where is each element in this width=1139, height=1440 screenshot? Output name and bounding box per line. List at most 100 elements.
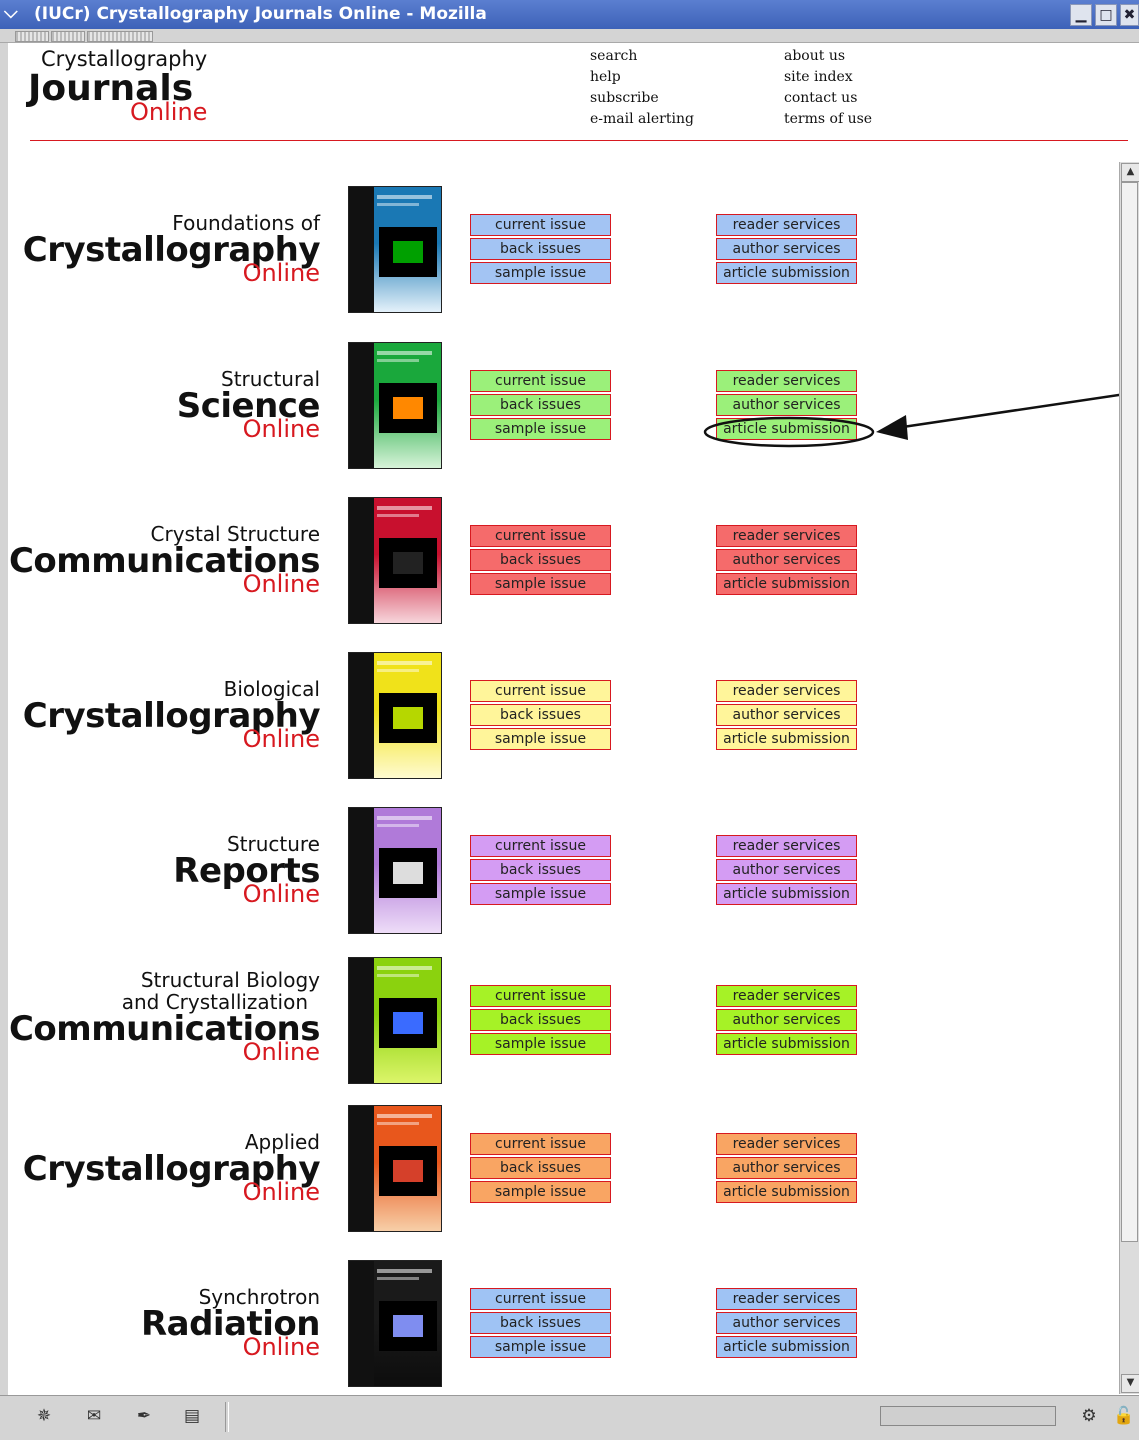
- back-issues-button[interactable]: back issues: [470, 549, 611, 571]
- sample-issue-button[interactable]: sample issue: [470, 262, 611, 284]
- current-issue-button[interactable]: current issue: [470, 835, 611, 857]
- journal-title[interactable]: Applied Crystallography Online: [23, 1131, 321, 1204]
- author-services-button[interactable]: author services: [716, 1009, 857, 1031]
- reader-services-button[interactable]: reader services: [716, 985, 857, 1007]
- author-services-button[interactable]: author services: [716, 549, 857, 571]
- current-issue-button[interactable]: current issue: [470, 525, 611, 547]
- article-submission-button[interactable]: article submission: [716, 573, 857, 595]
- collapsed-toolbar-strip: [0, 29, 1139, 43]
- sample-issue-button[interactable]: sample issue: [470, 1181, 611, 1203]
- mail-icon[interactable]: ✉: [82, 1406, 106, 1426]
- sample-issue-button[interactable]: sample issue: [470, 883, 611, 905]
- reader-services-button[interactable]: reader services: [716, 680, 857, 702]
- navigator-icon[interactable]: ✵: [32, 1406, 56, 1426]
- chevron-down-icon[interactable]: ⌵: [4, 2, 18, 23]
- nav-help[interactable]: help: [590, 69, 621, 85]
- sample-issue-button[interactable]: sample issue: [470, 573, 611, 595]
- author-services-button[interactable]: author services: [716, 1157, 857, 1179]
- nav-email-alerting[interactable]: e-mail alerting: [590, 111, 694, 127]
- scroll-up-icon[interactable]: ▲: [1121, 163, 1139, 182]
- journal-cover-image[interactable]: [348, 1105, 442, 1232]
- author-services-button[interactable]: author services: [716, 859, 857, 881]
- window-title-bar: ⌵ (IUCr) Crystallography Journals Online…: [0, 0, 1139, 29]
- author-services-button[interactable]: author services: [716, 1312, 857, 1334]
- journal-cover-image[interactable]: [348, 497, 442, 624]
- toolbar-grip[interactable]: [87, 31, 153, 42]
- journal-title[interactable]: Structural Science Online: [177, 368, 321, 441]
- toolbar-grip[interactable]: [51, 31, 85, 42]
- vertical-scrollbar[interactable]: ▲ ▼: [1119, 162, 1139, 1394]
- current-issue-button[interactable]: current issue: [470, 1288, 611, 1310]
- annotation-arrowhead: [876, 415, 908, 440]
- journal-title[interactable]: Synchrotron Radiation Online: [141, 1286, 321, 1359]
- back-issues-button[interactable]: back issues: [470, 859, 611, 881]
- reader-services-button[interactable]: reader services: [716, 835, 857, 857]
- sample-issue-button[interactable]: sample issue: [470, 728, 611, 750]
- reader-services-button[interactable]: reader services: [716, 370, 857, 392]
- journal-title[interactable]: Crystal Structure Communications Online: [9, 523, 321, 596]
- nav-search[interactable]: search: [590, 48, 637, 64]
- article-submission-button[interactable]: article submission: [716, 728, 857, 750]
- close-button[interactable]: ✖: [1120, 4, 1139, 26]
- scroll-down-icon[interactable]: ▼: [1121, 1374, 1139, 1393]
- reader-services-button[interactable]: reader services: [716, 1133, 857, 1155]
- back-issues-button[interactable]: back issues: [470, 1157, 611, 1179]
- address-book-icon[interactable]: ▤: [180, 1406, 204, 1426]
- article-submission-button[interactable]: article submission: [716, 883, 857, 905]
- header-divider: [30, 140, 1128, 141]
- scroll-thumb[interactable]: [1121, 182, 1138, 1242]
- sample-issue-button[interactable]: sample issue: [470, 1336, 611, 1358]
- journal-title[interactable]: Biological Crystallography Online: [23, 678, 321, 751]
- back-issues-button[interactable]: back issues: [470, 1312, 611, 1334]
- sample-issue-button[interactable]: sample issue: [470, 418, 611, 440]
- article-submission-button[interactable]: article submission: [716, 1181, 857, 1203]
- journal-title-small: Structural Biology: [140, 968, 320, 992]
- journal-cover-image[interactable]: [348, 652, 442, 779]
- journal-cover-image[interactable]: [348, 1260, 442, 1387]
- article-submission-button[interactable]: article submission: [716, 262, 857, 284]
- sample-issue-button[interactable]: sample issue: [470, 1033, 611, 1055]
- back-issues-button[interactable]: back issues: [470, 394, 611, 416]
- author-services-button[interactable]: author services: [716, 704, 857, 726]
- minimize-button[interactable]: ▁: [1070, 4, 1092, 26]
- article-submission-button[interactable]: article submission: [716, 418, 857, 440]
- article-submission-button[interactable]: article submission: [716, 1033, 857, 1055]
- window-border: [0, 43, 8, 1399]
- window-title: (IUCr) Crystallography Journals Online -…: [34, 4, 487, 24]
- reader-services-button[interactable]: reader services: [716, 1288, 857, 1310]
- journal-title[interactable]: Structure Reports Online: [173, 833, 320, 906]
- back-issues-button[interactable]: back issues: [470, 1009, 611, 1031]
- annotation-arrow-line: [895, 390, 1139, 430]
- journal-cover-image[interactable]: [348, 957, 442, 1084]
- logo-online[interactable]: Online: [130, 98, 207, 126]
- reader-services-button[interactable]: reader services: [716, 525, 857, 547]
- back-issues-button[interactable]: back issues: [470, 704, 611, 726]
- current-issue-button[interactable]: current issue: [470, 985, 611, 1007]
- journal-title[interactable]: Foundations of Crystallography Online: [23, 212, 321, 285]
- journal-cover-image[interactable]: [348, 342, 442, 469]
- current-issue-button[interactable]: current issue: [470, 214, 611, 236]
- nav-subscribe[interactable]: subscribe: [590, 90, 659, 106]
- nav-terms-of-use[interactable]: terms of use: [784, 111, 872, 127]
- connection-icon[interactable]: ⚙: [1072, 1406, 1106, 1426]
- article-submission-button[interactable]: article submission: [716, 1336, 857, 1358]
- journal-cover-image[interactable]: [348, 807, 442, 934]
- nav-site-index[interactable]: site index: [784, 69, 853, 85]
- progress-bar: [880, 1406, 1056, 1426]
- nav-contact-us[interactable]: contact us: [784, 90, 857, 106]
- status-separator: [225, 1402, 229, 1432]
- toolbar-grip[interactable]: [15, 31, 49, 42]
- maximize-button[interactable]: □: [1095, 4, 1117, 26]
- journal-cover-image[interactable]: [348, 186, 442, 313]
- author-services-button[interactable]: author services: [716, 238, 857, 260]
- security-lock-icon[interactable]: 🔓: [1112, 1406, 1136, 1426]
- current-issue-button[interactable]: current issue: [470, 680, 611, 702]
- reader-services-button[interactable]: reader services: [716, 214, 857, 236]
- nav-about-us[interactable]: about us: [784, 48, 845, 64]
- author-services-button[interactable]: author services: [716, 394, 857, 416]
- current-issue-button[interactable]: current issue: [470, 1133, 611, 1155]
- back-issues-button[interactable]: back issues: [470, 238, 611, 260]
- current-issue-button[interactable]: current issue: [470, 370, 611, 392]
- composer-icon[interactable]: ✒: [132, 1406, 156, 1426]
- journal-title[interactable]: Structural Biology and Crystallization Com…: [9, 968, 321, 1064]
